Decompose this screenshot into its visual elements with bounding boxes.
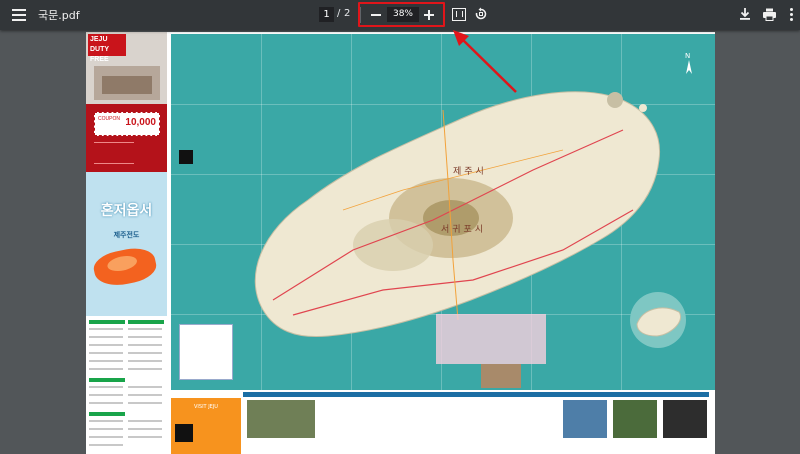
more-vert-icon[interactable] (789, 7, 795, 23)
download-icon[interactable] (738, 7, 752, 21)
visit-jeju-qr (175, 424, 193, 442)
page-number-input[interactable]: 1 (319, 7, 334, 22)
fit-to-page-icon[interactable] (452, 8, 466, 21)
index-line (128, 328, 162, 330)
cover-title: 혼저옵서 (100, 202, 153, 218)
index-line (128, 428, 162, 430)
index-heading-bar (128, 320, 164, 324)
index-line (89, 386, 123, 388)
cover-island-illustration (91, 243, 159, 291)
index-line (128, 402, 162, 404)
index-line (128, 360, 162, 362)
index-line (89, 444, 123, 446)
index-line (128, 344, 162, 346)
store-photo (94, 66, 160, 100)
page-separator: / (337, 8, 341, 19)
map-legend (179, 324, 233, 380)
visit-jeju-label: VISIT JEJU (194, 404, 218, 410)
index-line (89, 352, 123, 354)
pdf-page: JEJU DUTY FREE COUPON 10,000 혼저옵서 제주전도 제… (86, 32, 715, 454)
visit-jeju-card: VISIT JEJU (171, 398, 241, 454)
index-line (89, 402, 123, 404)
print-icon[interactable] (762, 8, 777, 21)
page-total: 2 (344, 8, 351, 19)
index-line (89, 394, 123, 396)
landscape-photo (247, 400, 315, 438)
svg-text:N: N (685, 52, 690, 60)
map-photo (481, 364, 521, 388)
jeju-map: 제주시 서귀포시 N (171, 34, 715, 390)
index-line (89, 368, 123, 370)
cover-panel: 혼저옵서 제주전도 (86, 172, 167, 316)
index-line (89, 360, 123, 362)
coupon-details (94, 142, 134, 164)
index-line (89, 336, 123, 338)
rotate-icon[interactable] (474, 7, 488, 21)
index-line (89, 420, 123, 422)
index-line (128, 420, 162, 422)
forest-photo (613, 400, 657, 438)
coupon-value: 10,000 (125, 117, 156, 128)
index-line (128, 368, 162, 370)
duty-free-logo: JEJU DUTY FREE (88, 34, 126, 63)
index-heading-bar (89, 412, 125, 416)
duty-free-ad: JEJU DUTY FREE (86, 32, 167, 104)
left-sidebar-panel: JEJU DUTY FREE COUPON 10,000 혼저옵서 제주전도 (86, 32, 167, 454)
index-line (89, 344, 123, 346)
udo-island-inset (630, 292, 686, 348)
unesco-banner (243, 392, 709, 397)
north-compass-icon: N (685, 52, 692, 74)
cover-subtitle: 제주전도 (113, 231, 140, 239)
bottom-info-band: VISIT JEJU (171, 390, 715, 454)
map-qr-code (179, 150, 193, 164)
menu-icon[interactable] (10, 6, 28, 24)
map-label-seogwipo-city: 서귀포시 (441, 225, 487, 235)
coupon-tag: COUPON (98, 116, 120, 122)
map-info-box (436, 314, 546, 364)
index-line (128, 394, 162, 396)
map-label-jeju-city: 제주시 (453, 167, 487, 177)
index-line (128, 336, 162, 338)
index-heading-bar (89, 378, 125, 382)
crater-photo (563, 400, 607, 438)
coupon: COUPON 10,000 (94, 112, 160, 136)
index-line (89, 328, 123, 330)
index-line (128, 352, 162, 354)
annotation-highlight-box (358, 2, 445, 27)
index-line (89, 428, 123, 430)
place-index (86, 316, 167, 454)
index-line (89, 436, 123, 438)
index-line (128, 436, 162, 438)
cave-photo (663, 400, 707, 438)
file-title: 국문.pdf (38, 9, 80, 22)
index-line (128, 386, 162, 388)
coupon-ad: COUPON 10,000 (86, 104, 167, 172)
index-heading-bar (89, 320, 125, 324)
